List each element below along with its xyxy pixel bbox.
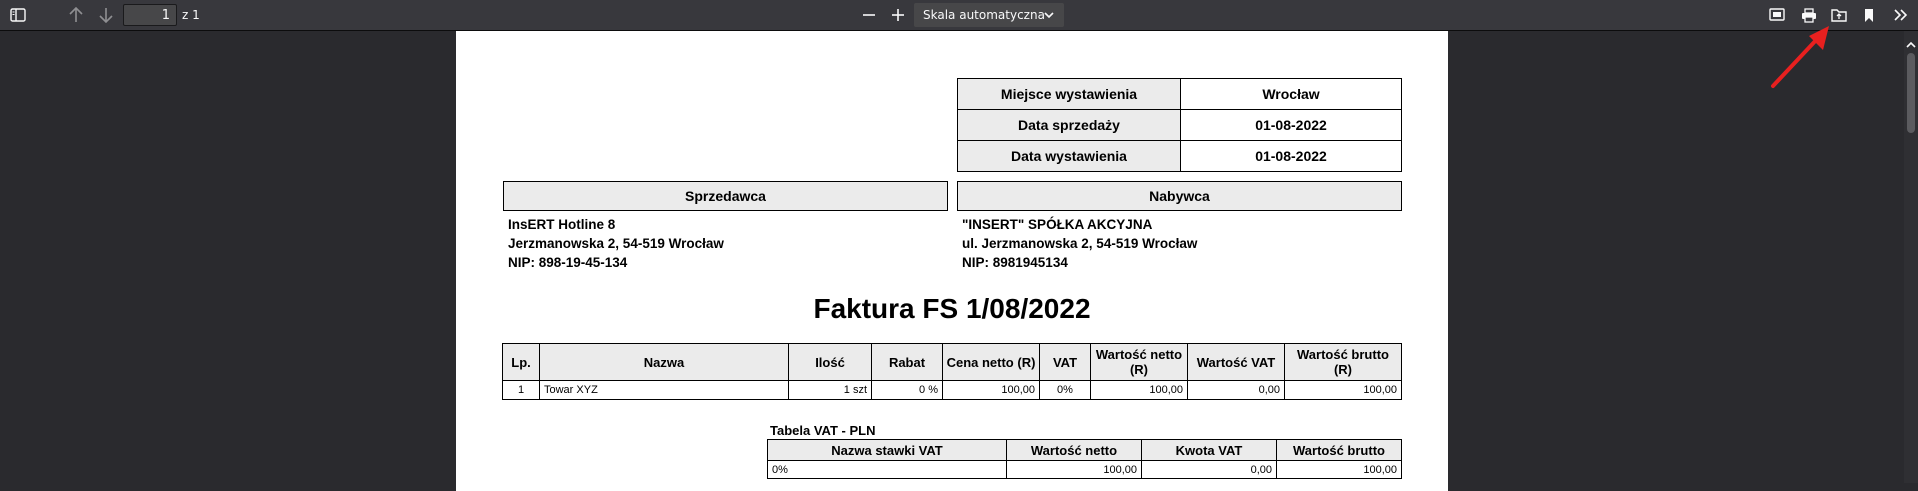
column-header: Rabat <box>871 343 943 381</box>
vertical-scrollbar[interactable] <box>1904 31 1918 483</box>
column-header: Ilość <box>788 343 872 381</box>
page-count-label: z 1 <box>182 8 200 22</box>
invoice-meta-table: Miejsce wystawienia Wrocław Data sprzeda… <box>957 78 1402 172</box>
seller-address: Jerzmanowska 2, 54-519 Wrocław <box>508 236 724 251</box>
column-header: Kwota VAT <box>1141 439 1277 461</box>
table-cell: 100,00 <box>1090 380 1188 400</box>
meta-label: Data wystawienia <box>957 140 1181 172</box>
table-cell: 0,00 <box>1141 460 1277 479</box>
table-cell: 0,00 <box>1187 380 1285 400</box>
invoice-items-table: Lp. Nazwa Ilość Rabat Cena netto (R) VAT… <box>502 343 1402 400</box>
seller-name: InsERT Hotline 8 <box>508 217 616 232</box>
table-row: Miejsce wystawienia Wrocław <box>957 78 1402 110</box>
seller-details: InsERT Hotline 8 Jerzmanowska 2, 54-519 … <box>508 215 724 272</box>
meta-value: 01-08-2022 <box>1180 109 1402 141</box>
table-cell: 0% <box>767 460 1007 479</box>
table-cell: Towar XYZ <box>539 380 789 400</box>
vat-summary-table: Nazwa stawki VAT Wartość netto Kwota VAT… <box>767 439 1402 479</box>
buyer-details: "INSERT" SPÓŁKA AKCYJNA ul. Jerzmanowska… <box>962 215 1197 272</box>
previous-page-icon[interactable] <box>64 3 88 27</box>
table-cell: 100,00 <box>1284 380 1402 400</box>
buyer-nip: NIP: 8981945134 <box>962 255 1068 270</box>
table-cell: 0 % <box>871 380 943 400</box>
table-row: Data sprzedaży 01-08-2022 <box>957 109 1402 141</box>
column-header: Wartość netto (R) <box>1090 343 1188 381</box>
table-header-row: Lp. Nazwa Ilość Rabat Cena netto (R) VAT… <box>502 343 1402 381</box>
bookmark-icon[interactable] <box>1857 3 1881 27</box>
column-header: Wartość netto <box>1006 439 1142 461</box>
sidebar-toggle-icon[interactable] <box>6 3 30 27</box>
column-header: Wartość brutto <box>1276 439 1402 461</box>
column-header: Nazwa <box>539 343 789 381</box>
column-header: Nazwa stawki VAT <box>767 439 1007 461</box>
column-header: Wartość VAT <box>1187 343 1285 381</box>
table-row: 0% 100,00 0,00 100,00 <box>767 460 1402 479</box>
table-cell: 1 szt <box>788 380 872 400</box>
table-cell: 100,00 <box>942 380 1040 400</box>
chevron-down-icon <box>1044 9 1054 23</box>
table-cell: 100,00 <box>1006 460 1142 479</box>
column-header: Wartość brutto (R) <box>1284 343 1402 381</box>
seller-nip: NIP: 898-19-45-134 <box>508 255 628 270</box>
meta-value: 01-08-2022 <box>1180 140 1402 172</box>
column-header: Cena netto (R) <box>942 343 1040 381</box>
table-cell: 1 <box>502 380 540 400</box>
column-header: VAT <box>1039 343 1091 381</box>
table-row: Data wystawienia 01-08-2022 <box>957 140 1402 172</box>
zoom-scale-label: Skala automatyczna <box>923 8 1045 22</box>
next-page-icon[interactable] <box>94 3 118 27</box>
scrollbar-thumb[interactable] <box>1907 53 1915 133</box>
pdf-toolbar: z 1 Skala automatyczna <box>0 0 1918 31</box>
seller-header: Sprzedawca <box>503 181 948 211</box>
vat-table-label: Tabela VAT - PLN <box>770 423 876 438</box>
page-number-input[interactable] <box>123 4 177 26</box>
buyer-name: "INSERT" SPÓŁKA AKCYJNA <box>962 217 1153 232</box>
column-header: Lp. <box>502 343 540 381</box>
tools-menu-icon[interactable] <box>1889 3 1913 27</box>
meta-value: Wrocław <box>1180 78 1402 110</box>
table-row: 1 Towar XYZ 1 szt 0 % 100,00 0% 100,00 0… <box>502 380 1402 400</box>
scroll-up-icon[interactable] <box>1906 34 1916 53</box>
zoom-out-icon[interactable] <box>857 3 881 27</box>
table-header-row: Nazwa stawki VAT Wartość netto Kwota VAT… <box>767 439 1402 461</box>
zoom-scale-select[interactable]: Skala automatyczna <box>914 3 1064 27</box>
meta-label: Miejsce wystawienia <box>957 78 1181 110</box>
invoice-title: Faktura FS 1/08/2022 <box>813 293 1091 324</box>
annotation-arrow-icon <box>1771 26 1829 88</box>
buyer-address: ul. Jerzmanowska 2, 54-519 Wrocław <box>962 236 1198 251</box>
table-cell: 100,00 <box>1276 460 1402 479</box>
buyer-header: Nabywca <box>957 181 1402 211</box>
zoom-in-icon[interactable] <box>886 3 910 27</box>
meta-label: Data sprzedaży <box>957 109 1181 141</box>
pdf-page: Miejsce wystawienia Wrocław Data sprzeda… <box>456 31 1448 491</box>
table-cell: 0% <box>1039 380 1091 400</box>
